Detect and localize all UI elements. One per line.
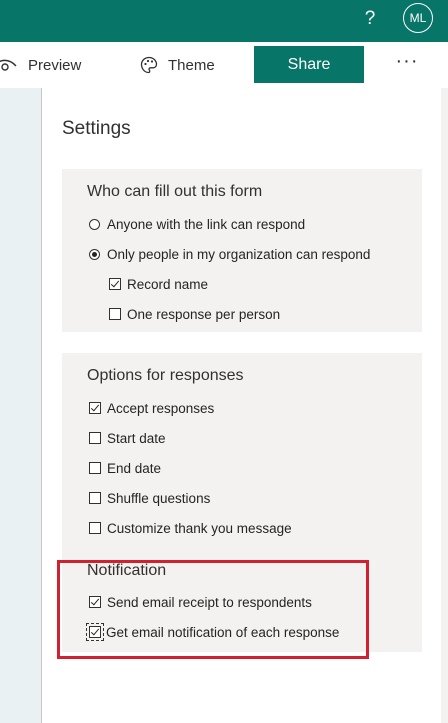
one-response-checkbox[interactable]: One response per person (109, 305, 280, 323)
left-pane (0, 88, 42, 723)
only-org-radio[interactable]: Only people in my organization can respo… (89, 245, 370, 263)
more-icon[interactable]: ··· (393, 50, 421, 78)
settings-title: Settings (62, 118, 131, 139)
checkbox-unchecked[interactable] (89, 492, 101, 504)
option-label: Customize thank you message (107, 520, 292, 536)
radio-button-off[interactable] (89, 218, 100, 230)
option-label: Accept responses (107, 400, 215, 416)
question-mark-icon[interactable]: ? (360, 6, 380, 32)
checkbox-checked[interactable] (109, 278, 121, 290)
option-label: Shuffle questions (107, 490, 211, 506)
customize-thank-you-checkbox[interactable]: Customize thank you message (89, 519, 292, 537)
accept-responses-checkbox[interactable]: Accept responses (89, 399, 214, 417)
who-can-fill-section: Who can fill out this form Anyone with t… (62, 169, 422, 332)
checkbox-unchecked[interactable] (89, 432, 101, 444)
option-label: Only people in my organization can respo… (107, 246, 371, 262)
toolbar: Preview Theme ··· (0, 42, 448, 88)
radio-button-on[interactable] (89, 248, 100, 260)
option-label: Start date (107, 430, 166, 446)
theme-button[interactable]: Theme (140, 42, 215, 88)
scroll-edge (441, 88, 448, 723)
start-date-checkbox[interactable]: Start date (89, 429, 166, 447)
palette-icon (140, 56, 158, 74)
record-name-checkbox[interactable]: Record name (109, 275, 208, 293)
option-label: Anyone with the link can respond (107, 216, 306, 232)
checkbox-unchecked[interactable] (109, 308, 121, 320)
eye-icon (0, 59, 17, 71)
option-label: End date (107, 460, 162, 476)
share-button[interactable]: Share (254, 46, 364, 83)
shuffle-questions-checkbox[interactable]: Shuffle questions (89, 489, 210, 507)
end-date-checkbox[interactable]: End date (89, 459, 161, 477)
preview-button[interactable]: Preview (0, 42, 81, 88)
who-can-fill-title: Who can fill out this form (87, 183, 263, 200)
options-for-responses-title: Options for responses (87, 367, 244, 384)
option-label: One response per person (127, 306, 281, 322)
option-label: Record name (127, 276, 209, 292)
checkbox-unchecked[interactable] (89, 522, 101, 534)
preview-label: Preview (28, 56, 82, 74)
checkbox-checked[interactable] (89, 402, 101, 414)
top-bar: ? ML (0, 0, 448, 42)
notification-highlight-box (57, 560, 369, 659)
avatar[interactable]: ML (403, 3, 433, 33)
anyone-with-link-radio[interactable]: Anyone with the link can respond (89, 215, 305, 233)
checkbox-unchecked[interactable] (89, 462, 101, 474)
theme-label: Theme (168, 56, 215, 74)
